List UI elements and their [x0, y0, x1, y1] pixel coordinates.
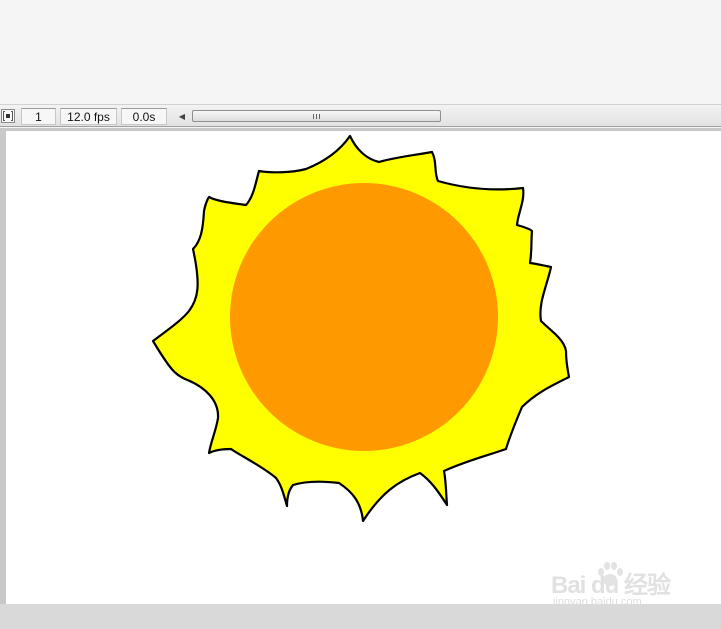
stage-area	[0, 128, 721, 604]
bottom-status-strip	[0, 604, 721, 629]
scroll-left-arrow-icon[interactable]: ◀	[176, 108, 188, 125]
scrollbar-thumb[interactable]	[192, 110, 441, 122]
current-frame-field[interactable]: 1	[21, 108, 56, 125]
timeline-scrollbar[interactable]	[190, 108, 444, 124]
sun-core-shape[interactable]	[230, 183, 498, 451]
sun-drawing[interactable]	[6, 131, 721, 604]
timeline-status-bar: 1 12.0 fps 0.0s ◀	[0, 104, 721, 127]
scrollbar-grip-icon	[313, 114, 320, 119]
top-panel	[0, 0, 721, 104]
center-frame-icon[interactable]	[1, 109, 15, 123]
frame-rate-field[interactable]: 12.0 fps	[60, 108, 117, 125]
stage-canvas[interactable]	[6, 131, 721, 604]
elapsed-time-field[interactable]: 0.0s	[121, 108, 167, 125]
